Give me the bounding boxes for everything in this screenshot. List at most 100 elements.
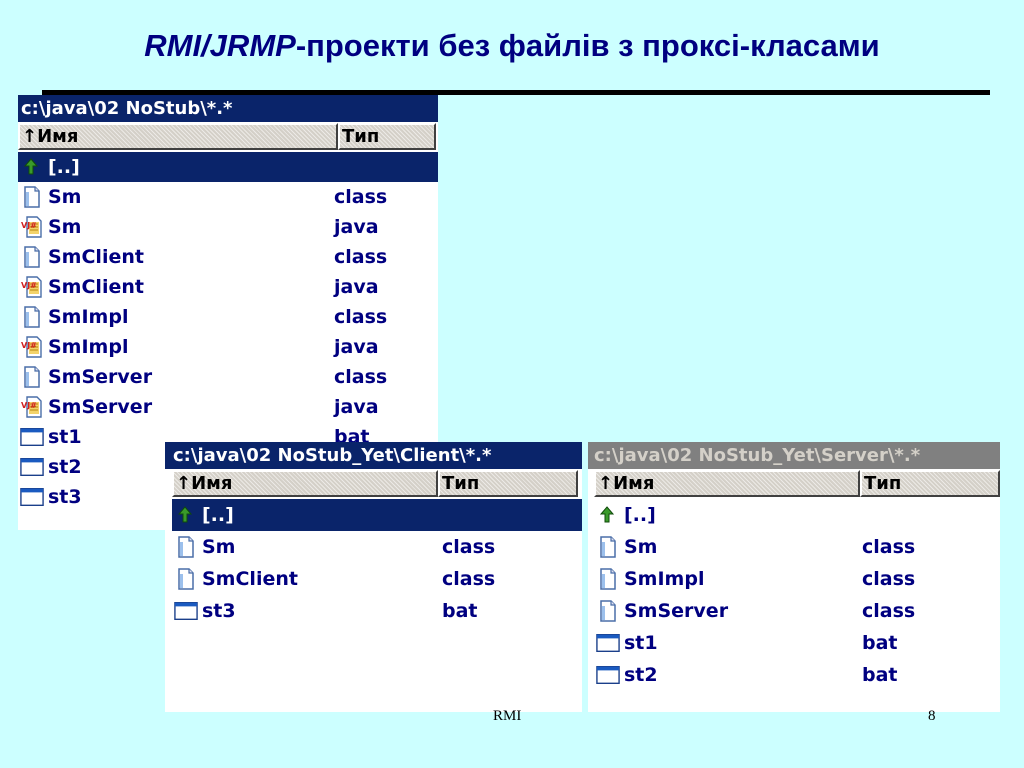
file-name: SmServer	[48, 396, 153, 418]
file-type: class	[334, 186, 388, 208]
file-name: SmClient	[48, 276, 144, 298]
batch-file-icon	[20, 425, 44, 449]
file-row[interactable]: SmImpl class	[594, 563, 1000, 595]
java-file-icon: VJ#	[20, 275, 44, 299]
file-icon	[174, 567, 198, 591]
file-name: st2	[624, 664, 658, 686]
file-panel-client[interactable]: c:\java\02 NoStub_Yet\Client\*.* ↑Имя Ти…	[165, 442, 582, 712]
column-header-row: ↑Имя Тип	[165, 469, 582, 497]
file-name: [..]	[202, 504, 234, 526]
file-row[interactable]: SmImpl class	[18, 302, 438, 332]
column-header-name[interactable]: ↑Имя	[18, 123, 338, 150]
file-list: [..] Sm class SmClient class st3 bat	[165, 497, 582, 627]
file-name: st3	[202, 600, 236, 622]
file-icon	[596, 599, 620, 623]
file-row[interactable]: Sm class	[18, 182, 438, 212]
file-icon	[174, 535, 198, 559]
page-number: 8	[928, 708, 936, 724]
file-name: [..]	[48, 156, 80, 178]
file-row[interactable]: SmClient class	[172, 563, 582, 595]
svg-text:VJ#: VJ#	[21, 341, 37, 350]
file-row[interactable]: VJ# SmImpl java	[18, 332, 438, 362]
file-type: class	[334, 366, 388, 388]
batch-file-icon	[20, 455, 44, 479]
file-icon	[20, 185, 44, 209]
file-row[interactable]: Sm class	[172, 531, 582, 563]
panel-path-title[interactable]: c:\java\02 NoStub_Yet\Server\*.*	[588, 442, 1000, 469]
file-row[interactable]: SmClient class	[18, 242, 438, 272]
file-row[interactable]: Sm class	[594, 531, 1000, 563]
file-type: class	[862, 600, 916, 622]
file-name: st3	[48, 486, 82, 508]
file-name: Sm	[48, 216, 82, 238]
file-row[interactable]: st1 bat	[594, 627, 1000, 659]
file-name: SmServer	[48, 366, 153, 388]
file-row[interactable]: st2 bat	[594, 659, 1000, 691]
svg-text:VJ#: VJ#	[21, 281, 37, 290]
up-arrow-icon	[596, 503, 620, 527]
file-row[interactable]: VJ# SmServer java	[18, 392, 438, 422]
file-name: SmClient	[48, 246, 144, 268]
java-file-icon: VJ#	[20, 215, 44, 239]
column-header-type[interactable]: Тип	[860, 470, 1000, 497]
file-type: java	[334, 276, 379, 298]
up-arrow-icon	[174, 503, 198, 527]
java-file-icon: VJ#	[20, 395, 44, 419]
file-type: bat	[442, 600, 478, 622]
file-name: SmImpl	[48, 306, 129, 328]
batch-file-icon	[596, 631, 620, 655]
file-row[interactable]: SmServer class	[18, 362, 438, 392]
file-icon	[20, 365, 44, 389]
file-icon	[20, 305, 44, 329]
file-type: class	[862, 536, 916, 558]
file-type: java	[334, 336, 379, 358]
file-type: bat	[862, 664, 898, 686]
file-name: Sm	[624, 536, 658, 558]
file-name: Sm	[202, 536, 236, 558]
file-row[interactable]: SmServer class	[594, 595, 1000, 627]
file-row[interactable]: VJ# SmClient java	[18, 272, 438, 302]
up-arrow-icon	[20, 155, 44, 179]
slide-title-italic: RMI/JRMP	[144, 28, 296, 63]
file-type: java	[334, 396, 379, 418]
file-name: st2	[48, 456, 82, 478]
parent-dir-row[interactable]: [..]	[172, 499, 582, 531]
column-header-name[interactable]: ↑Имя	[594, 470, 860, 497]
file-name: SmImpl	[624, 568, 705, 590]
parent-dir-row[interactable]: [..]	[594, 499, 1000, 531]
column-header-row: ↑Имя Тип	[18, 122, 438, 150]
batch-file-icon	[20, 485, 44, 509]
file-name: SmServer	[624, 600, 729, 622]
file-name: st1	[624, 632, 658, 654]
file-type: class	[442, 568, 496, 590]
file-type: class	[334, 306, 388, 328]
file-type: class	[334, 246, 388, 268]
column-header-type[interactable]: Тип	[338, 123, 436, 150]
column-header-row: ↑Имя Тип	[588, 469, 1000, 497]
file-list: [..] Sm class SmImpl class SmServer class st1 ba…	[588, 497, 1000, 691]
file-row[interactable]: VJ# Sm java	[18, 212, 438, 242]
file-type: bat	[862, 632, 898, 654]
file-name: [..]	[624, 504, 656, 526]
file-type: class	[862, 568, 916, 590]
batch-file-icon	[596, 663, 620, 687]
file-type: java	[334, 216, 379, 238]
svg-text:VJ#: VJ#	[21, 221, 37, 230]
file-type: class	[442, 536, 496, 558]
file-icon	[20, 245, 44, 269]
file-icon	[596, 567, 620, 591]
column-header-type[interactable]: Тип	[438, 470, 578, 497]
file-name: st1	[48, 426, 82, 448]
java-file-icon: VJ#	[20, 335, 44, 359]
slide-title: RMI/JRMP-проекти без файлів з проксі-кла…	[0, 28, 1024, 64]
panel-path-title[interactable]: c:\java\02 NoStub_Yet\Client\*.*	[165, 442, 582, 469]
slide-title-rest: -проекти без файлів з проксі-класами	[295, 28, 880, 63]
batch-file-icon	[174, 599, 198, 623]
file-panel-server[interactable]: c:\java\02 NoStub_Yet\Server\*.* ↑Имя Ти…	[588, 442, 1000, 712]
file-row[interactable]: st3 bat	[172, 595, 582, 627]
panel-path-title[interactable]: c:\java\02 NoStub\*.*	[18, 95, 438, 122]
column-header-name[interactable]: ↑Имя	[172, 470, 438, 497]
parent-dir-row[interactable]: [..]	[18, 152, 438, 182]
svg-text:VJ#: VJ#	[21, 401, 37, 410]
file-name: Sm	[48, 186, 82, 208]
